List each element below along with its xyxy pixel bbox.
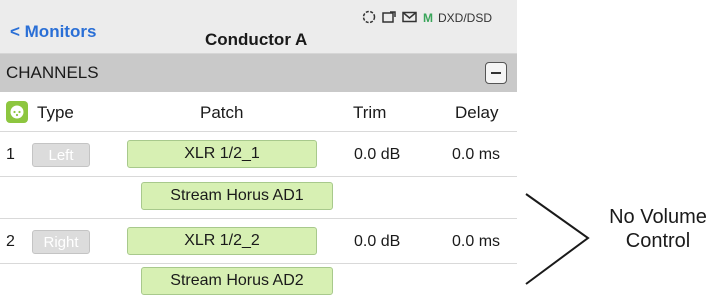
column-headers: Type Patch Trim Delay: [0, 92, 517, 132]
mail-icon: [402, 11, 417, 26]
monitor-panel: < Monitors Conductor A M DXD/DSD CHANNEL…: [0, 0, 517, 297]
minus-icon: [491, 72, 501, 74]
dial-icon: [362, 10, 376, 27]
patch-button[interactable]: XLR 1/2_2: [127, 227, 317, 255]
channels-title: CHANNELS: [6, 63, 99, 82]
channel-stream-row: Stream Horus AD2: [0, 264, 517, 297]
back-button[interactable]: < Monitors: [10, 22, 96, 42]
channel-type-button[interactable]: Left: [32, 143, 90, 167]
format-indicator: DXD/DSD: [438, 11, 493, 25]
column-type: Type: [37, 103, 74, 122]
channel-stream-row: Stream Horus AD1: [0, 177, 517, 219]
channels-section-header: CHANNELS: [0, 54, 517, 92]
collapse-button[interactable]: [485, 62, 507, 84]
trim-value[interactable]: 0.0 dB: [354, 233, 400, 251]
channel-type-button[interactable]: Right: [32, 230, 90, 254]
angle-bracket: [525, 193, 590, 285]
channel-row: 2 Right XLR 1/2_2 0.0 dB 0.0 ms: [0, 219, 517, 264]
delay-value[interactable]: 0.0 ms: [452, 233, 500, 251]
window-icon: [382, 10, 396, 26]
column-trim: Trim: [353, 103, 387, 122]
header-bar: < Monitors Conductor A M DXD/DSD: [0, 0, 517, 54]
patch-button[interactable]: XLR 1/2_1: [127, 140, 317, 168]
column-patch: Patch: [200, 103, 244, 122]
stream-button[interactable]: Stream Horus AD1: [141, 182, 333, 210]
trim-value[interactable]: 0.0 dB: [354, 146, 400, 164]
annotation-label: No Volume Control: [592, 205, 724, 253]
channel-row: 1 Left XLR 1/2_1 0.0 dB 0.0 ms: [0, 132, 517, 177]
m-indicator: M: [423, 11, 433, 25]
page-title: Conductor A: [205, 30, 308, 49]
column-delay: Delay: [455, 103, 499, 122]
channel-number: 1: [6, 146, 15, 163]
delay-value[interactable]: 0.0 ms: [452, 146, 500, 164]
annotation-line-2: Control: [625, 230, 691, 252]
stream-button[interactable]: Stream Horus AD2: [141, 267, 333, 295]
speaker-face-icon[interactable]: [6, 101, 28, 123]
channel-number: 2: [6, 233, 15, 250]
status-indicators: M DXD/DSD: [362, 8, 492, 28]
annotation-line-1: No Volume: [609, 206, 707, 228]
